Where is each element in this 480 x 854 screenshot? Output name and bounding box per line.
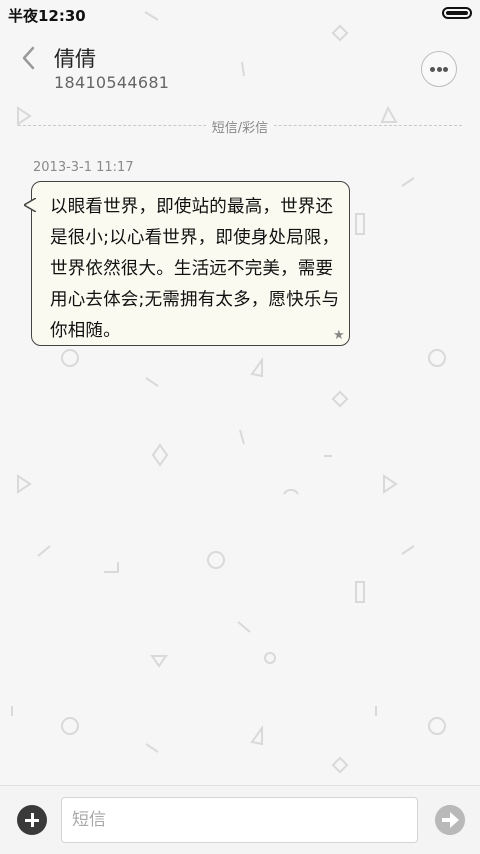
more-dots-icon-dot <box>436 67 442 72</box>
conversation-header: 倩倩 18410544681 <box>0 28 480 108</box>
channel-label: 短信/彩信 <box>0 117 480 136</box>
compose-bar <box>0 785 480 854</box>
more-dots-icon <box>430 67 435 72</box>
message-text: 以眼看世界，即使站的最高，世界还是很小;以心看世界，即使身处局限，世界依然很大。… <box>50 197 340 341</box>
channel-label-text: 短信/彩信 <box>205 121 275 136</box>
status-time: 半夜12:30 <box>8 7 86 25</box>
more-dots-icon-dot <box>443 67 448 72</box>
star-icon: ★ <box>333 328 345 343</box>
more-options-button[interactable] <box>421 51 457 87</box>
message-timestamp: 2013-3-1 11:17 <box>33 160 134 175</box>
status-bar: 半夜12:30 <box>0 0 480 28</box>
contact-name: 倩倩 <box>54 47 96 71</box>
battery-icon <box>442 7 472 19</box>
send-button[interactable] <box>435 805 465 835</box>
bubble-tail <box>24 198 36 212</box>
message-input[interactable] <box>61 797 418 843</box>
contact-phone: 18410544681 <box>54 73 170 92</box>
plus-circle-icon[interactable] <box>17 805 47 835</box>
chevron-left-icon[interactable] <box>18 44 42 72</box>
